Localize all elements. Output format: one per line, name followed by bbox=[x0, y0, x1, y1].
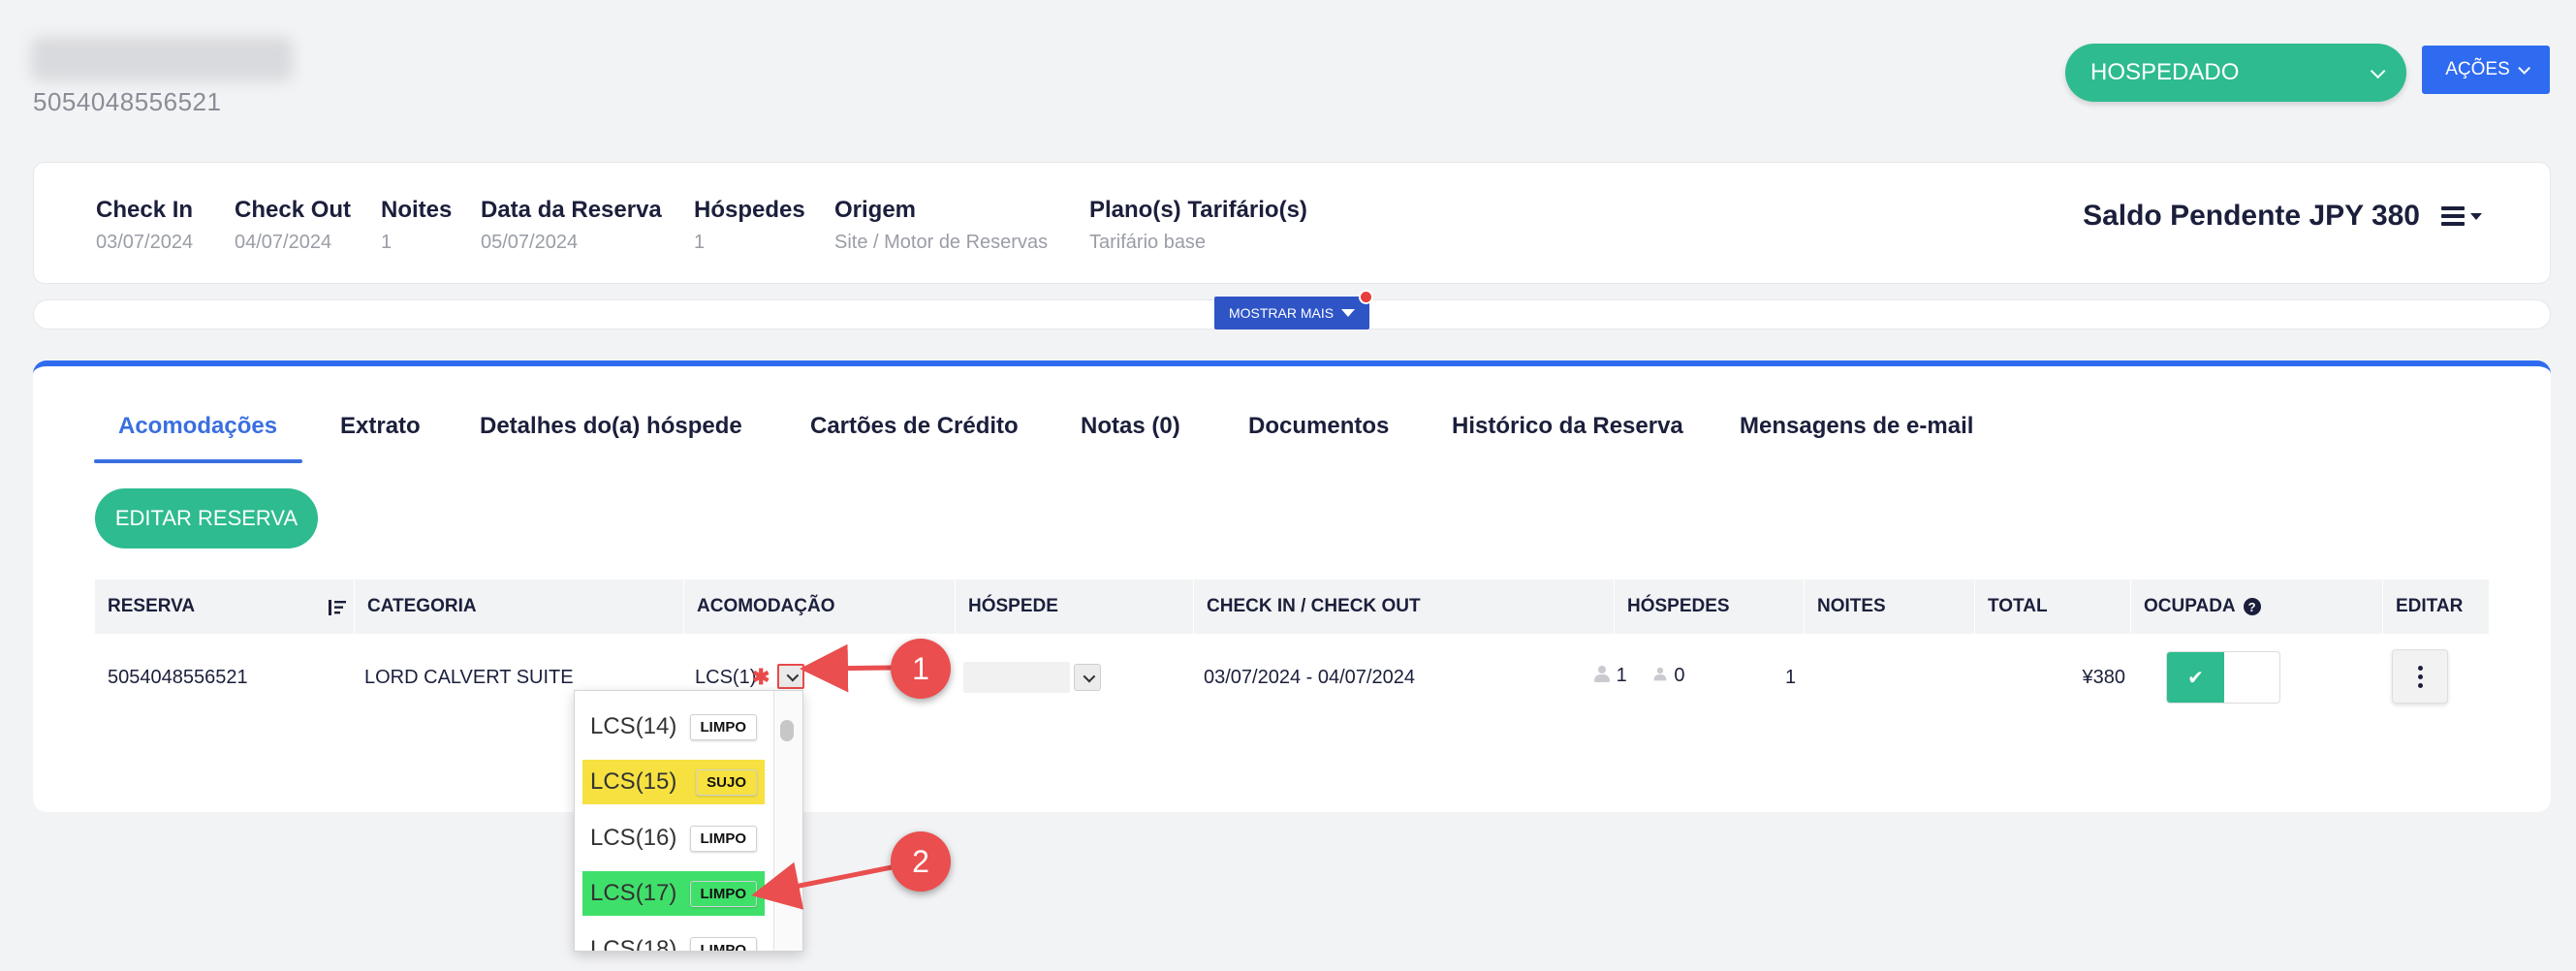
annotation-callout-2: 2 bbox=[891, 831, 951, 892]
annotation-arrows bbox=[751, 643, 893, 910]
annotation-callout-1: 1 bbox=[891, 639, 951, 699]
